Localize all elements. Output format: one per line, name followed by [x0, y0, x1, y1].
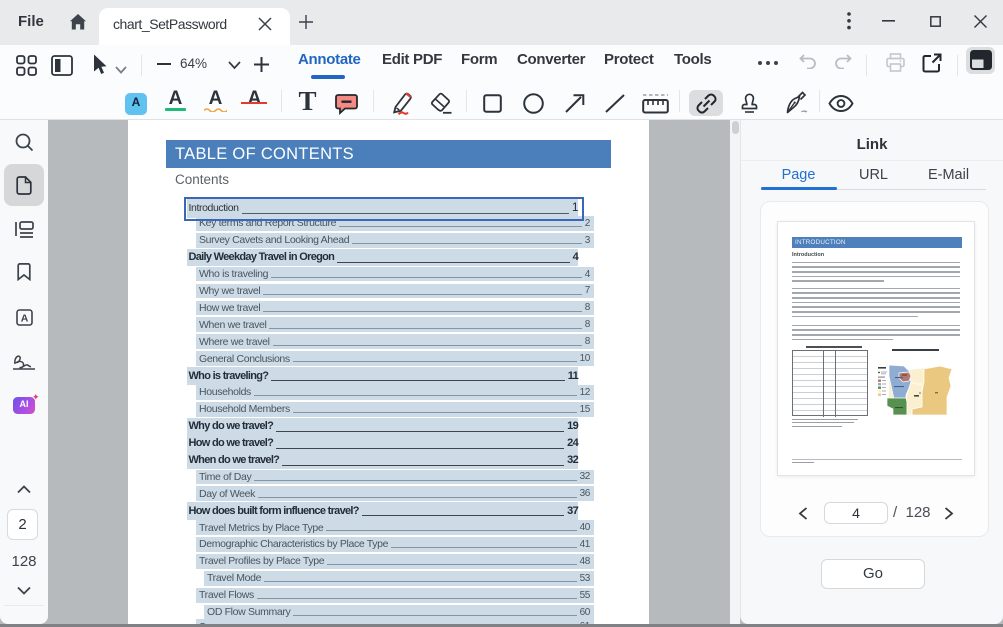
svg-text:A: A	[21, 312, 29, 324]
